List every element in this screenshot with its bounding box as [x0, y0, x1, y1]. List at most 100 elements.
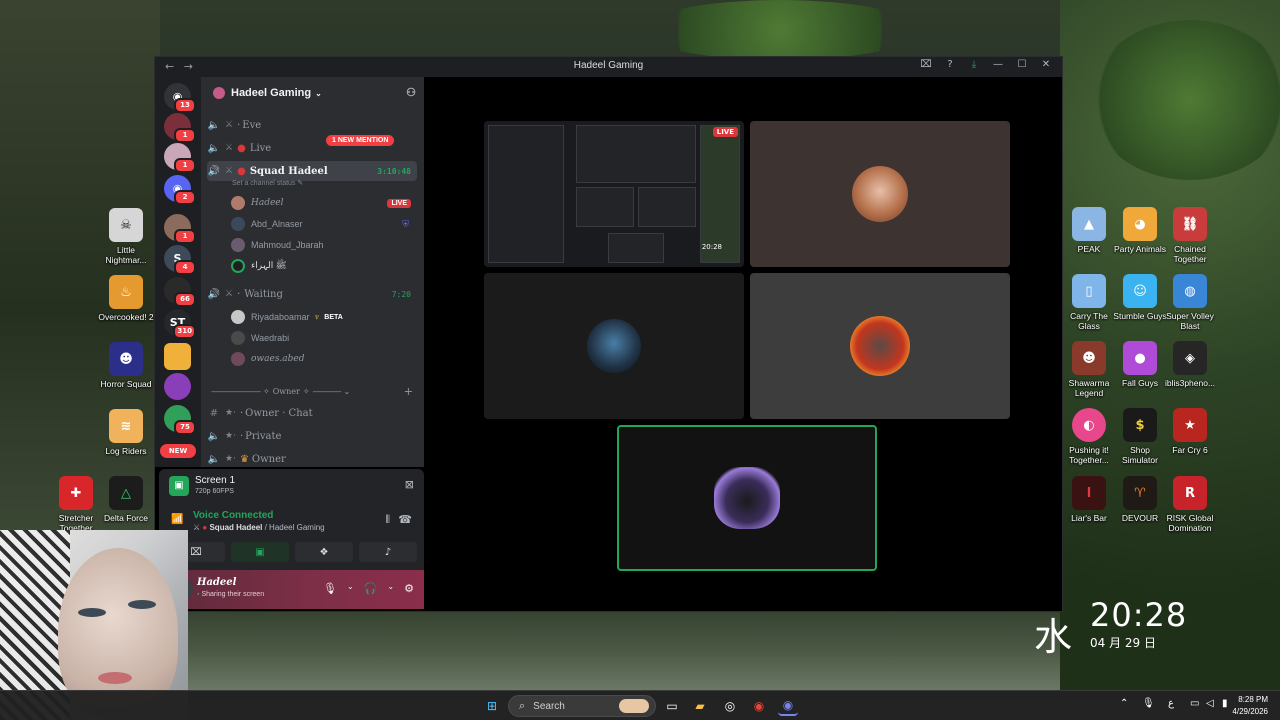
- taskbar-search[interactable]: ⌕ Search: [508, 695, 656, 717]
- server-icon[interactable]: 75: [164, 405, 196, 435]
- desktop-icon-pushing-it-together[interactable]: ◐ Pushing it! Together...: [1061, 408, 1117, 465]
- soundboard-button[interactable]: ♪: [359, 542, 417, 562]
- settings-gear-icon[interactable]: ⚙: [404, 582, 414, 595]
- invite-people-icon[interactable]: ⚇: [406, 86, 416, 99]
- desktop-icon-little-nightmares[interactable]: ☠ Little Nightmar...: [98, 208, 154, 265]
- steam-icon[interactable]: ◎: [720, 696, 740, 716]
- preview-video-grid: [576, 125, 696, 183]
- microphone-icon[interactable]: 🎙: [323, 582, 337, 595]
- channel-squad-hadeel[interactable]: 🔊 ⚔ ● Squad Hadeel 3:10:48: [207, 161, 417, 181]
- server-icon[interactable]: S 4: [164, 245, 196, 275]
- beta-badge: BETA: [324, 313, 343, 321]
- channel-private[interactable]: 🔈 ★· · Private: [207, 426, 417, 446]
- wallpaper-tree: [1090, 20, 1280, 180]
- channel-owner[interactable]: 🔈 ★· ♛ Owner: [207, 449, 417, 467]
- desktop-icon-peak[interactable]: ▲ PEAK: [1061, 207, 1117, 254]
- server-icon[interactable]: ◉ 2: [164, 175, 196, 205]
- disconnect-icon[interactable]: ☎: [398, 513, 412, 526]
- voice-channel-path[interactable]: ⚔ ● Squad Hadeel / Hadeel Gaming: [193, 523, 325, 532]
- chevron-down-icon[interactable]: ⌄: [387, 582, 394, 595]
- desktop-icon-shawarma-legend[interactable]: ☻ Shawarma Legend: [1061, 341, 1117, 398]
- video-tile[interactable]: [484, 273, 744, 419]
- microphone-tray-icon[interactable]: 🎙: [1142, 698, 1155, 709]
- activities-button[interactable]: ❖: [295, 542, 353, 562]
- channel-waiting[interactable]: 🔊 ⚔ · Waiting 7:20: [207, 284, 417, 304]
- desktop-icon-stumble-guys[interactable]: ☺ Stumble Guys: [1112, 274, 1168, 321]
- channel-live[interactable]: 🔈 ⚔ ● Live: [207, 138, 417, 158]
- stream-tile-screen-share[interactable]: LIVE 20:28: [484, 121, 744, 267]
- desktop-icon-delta-force[interactable]: △ Delta Force: [98, 476, 154, 523]
- volume-icon[interactable]: ◁: [1206, 698, 1214, 709]
- dm-home-button[interactable]: ◉ 13: [164, 83, 196, 113]
- voice-member[interactable]: Waedrabi: [231, 328, 417, 348]
- file-explorer-icon[interactable]: ▰: [690, 696, 710, 716]
- desktop-icon-fall-guys[interactable]: ● Fall Guys: [1112, 341, 1168, 388]
- show-hidden-icons[interactable]: ⌃: [1120, 698, 1128, 709]
- stop-stream-icon[interactable]: ⊠: [405, 478, 414, 491]
- connection-signal-icon: 📶: [171, 514, 184, 525]
- video-tile[interactable]: [750, 273, 1010, 419]
- server-list: ◉ 13 1 1 ◉ 2 1 S 4 66 ST 310 75 NEW: [155, 77, 201, 467]
- server-icon[interactable]: 1: [164, 143, 196, 173]
- task-view-icon[interactable]: ▭: [662, 696, 682, 716]
- language-indicator[interactable]: ع: [1168, 698, 1174, 709]
- desktop-icon-stretcher-together[interactable]: ✚ Stretcher Together: [48, 476, 104, 533]
- taskbar: ⊞ ⌕ Search ▭ ▰ ◎ ◉ ◉ ⌃ 🎙 ع ▭ ◁ ▮ 8:28 PM…: [0, 690, 1280, 720]
- username[interactable]: Hadeel: [197, 577, 236, 588]
- chevron-down-icon[interactable]: ⌄: [347, 582, 354, 595]
- channel-status-prompt[interactable]: Set a channel status ✎: [232, 179, 303, 187]
- headphones-icon[interactable]: 🎧: [364, 582, 378, 595]
- desktop-icon-iblis[interactable]: ◈ iblis3pheno...: [1162, 341, 1218, 388]
- screen-share-button[interactable]: ▣: [231, 542, 289, 562]
- desktop-icon-super-volley-blast[interactable]: ◍ Super Volley Blast: [1162, 274, 1218, 331]
- desktop-icon-carry-the-glass[interactable]: ▯ Carry The Glass: [1061, 274, 1117, 331]
- chrome-icon[interactable]: ◉: [749, 696, 769, 716]
- category-owner[interactable]: ——————— ✧ Owner ✧ ———— ⌄ +: [211, 385, 421, 398]
- server-icon[interactable]: [164, 343, 191, 370]
- new-unreads-pill[interactable]: NEW: [160, 444, 196, 458]
- search-icon: ⌕: [519, 699, 526, 712]
- voice-member[interactable]: owaes.abed: [231, 349, 417, 369]
- voice-member[interactable]: ﷺ الہراء: [231, 256, 417, 276]
- server-icon[interactable]: ST 310: [164, 309, 196, 339]
- voice-member[interactable]: Mahmoud_Jbarah: [231, 235, 417, 255]
- voice-member[interactable]: Riyadaboamar ♆ BETA: [231, 307, 417, 327]
- desktop-icon-party-animals[interactable]: ◕ Party Animals: [1112, 207, 1168, 254]
- taskbar-clock[interactable]: 8:28 PM 4/29/2026: [1232, 694, 1268, 718]
- noise-suppression-icon[interactable]: ⫴: [385, 513, 390, 527]
- desktop-icon-risk[interactable]: R RISK Global Domination: [1162, 476, 1218, 533]
- server-icon[interactable]: [164, 373, 191, 400]
- avatar: [587, 319, 641, 373]
- add-channel-icon[interactable]: +: [404, 385, 413, 398]
- desktop-icon-horror-squad[interactable]: ☻ Horror Squad: [98, 342, 154, 389]
- desktop-icon-overcooked[interactable]: ♨ Overcooked! 2: [98, 275, 154, 322]
- desktop-icon-far-cry-6[interactable]: ★ Far Cry 6: [1162, 408, 1218, 455]
- video-tile[interactable]: [750, 121, 1010, 267]
- download-icon[interactable]: ⤓: [962, 59, 986, 70]
- close-button[interactable]: ✕: [1034, 59, 1058, 70]
- voice-member[interactable]: Hadeel LIVE: [231, 193, 417, 213]
- voice-member[interactable]: Abd_Alnaser ⛨: [231, 214, 417, 234]
- discord-taskbar-icon[interactable]: ◉: [778, 696, 798, 716]
- channel-owner-chat[interactable]: # ★· · Owner · Chat: [207, 403, 417, 423]
- network-icon[interactable]: ▭: [1190, 698, 1199, 709]
- server-header[interactable]: Hadeel Gaming ⌄ ⚇: [201, 77, 424, 109]
- help-icon[interactable]: ?: [938, 59, 962, 70]
- desktop-icon-shop-simulator[interactable]: $ Shop Simulator: [1112, 408, 1168, 465]
- windows-start-icon[interactable]: ⊞: [482, 696, 502, 716]
- server-icon[interactable]: 66: [164, 277, 196, 307]
- desktop-icon-liars-bar[interactable]: l Liar's Bar: [1061, 476, 1117, 523]
- channel-events[interactable]: 🔈 ⚔ · Eve: [207, 115, 417, 135]
- desktop-icon-chained-together[interactable]: ⛓ Chained Together: [1162, 207, 1218, 264]
- unread-badge: 4: [174, 260, 196, 275]
- video-tile-speaking[interactable]: [617, 425, 877, 571]
- voice-status-title[interactable]: Voice Connected: [193, 510, 273, 521]
- minimize-button[interactable]: —: [986, 59, 1010, 70]
- inbox-icon[interactable]: ⌧: [914, 59, 938, 70]
- desktop-icon-log-riders[interactable]: ≋ Log Riders: [98, 409, 154, 456]
- maximize-button[interactable]: ☐: [1010, 59, 1034, 70]
- battery-icon[interactable]: ▮: [1222, 698, 1228, 709]
- server-icon-hadeel-gaming[interactable]: 1: [164, 214, 196, 244]
- desktop-icon-devour[interactable]: ♈ DEVOUR: [1112, 476, 1168, 523]
- server-icon[interactable]: 1: [164, 113, 196, 143]
